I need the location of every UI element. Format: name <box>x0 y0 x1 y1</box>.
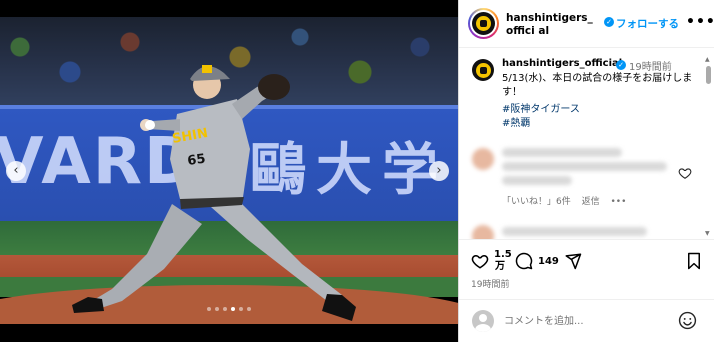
more-options-button[interactable]: ••• <box>686 14 714 30</box>
comment-like-heart-icon[interactable] <box>678 166 692 180</box>
carousel-dot <box>231 307 235 311</box>
blurred-comment-text <box>502 162 667 171</box>
hashtag-link[interactable]: #阪神タイガース <box>502 100 580 115</box>
current-user-avatar <box>472 310 494 332</box>
tigers-logo-icon <box>476 16 491 31</box>
caption-username[interactable]: hanshintigers_official <box>502 58 622 69</box>
caption-time[interactable]: 19時間前 <box>629 58 672 73</box>
comments-list: hanshintigers_official ✓ 19時間前 5/13(水)、本… <box>459 49 705 239</box>
blurred-comment-user <box>502 227 647 236</box>
carousel-dot <box>247 307 251 311</box>
carousel-dot <box>239 307 243 311</box>
comment-avatar[interactable] <box>472 148 494 170</box>
header-username[interactable]: hanshintigers_offici al <box>506 12 598 38</box>
like-count[interactable]: 1.5 万 <box>494 249 512 273</box>
verified-badge-icon: ✓ <box>616 60 626 70</box>
comment-avatar[interactable] <box>472 225 494 239</box>
comment-likes-link[interactable]: 「いいね！」6件 <box>502 197 571 207</box>
hashtag-link[interactable]: #熱覇 <box>502 114 530 129</box>
comment-composer <box>459 299 714 342</box>
follow-button[interactable]: フォローする <box>616 16 679 31</box>
blurred-comment-user <box>502 148 622 157</box>
carousel-dot <box>207 307 211 311</box>
like-heart-icon[interactable] <box>471 252 489 270</box>
caption-avatar[interactable] <box>472 59 494 81</box>
carousel-dot <box>215 307 219 311</box>
carousel-next-button[interactable]: › <box>429 161 449 181</box>
comment-count: 149 <box>538 256 559 267</box>
action-bar: 1.5 万 149 19時間前 <box>459 239 714 295</box>
reply-button[interactable]: 返信 <box>582 197 600 207</box>
post-timestamp[interactable]: 19時間前 <box>471 277 509 290</box>
avatar[interactable] <box>468 8 499 39</box>
post-header: hanshintigers_offici al ✓ フォローする ••• <box>459 0 714 48</box>
carousel-prev-button[interactable]: ‹ <box>6 161 26 181</box>
blurred-comment-text <box>502 176 572 185</box>
scroll-up-arrow-icon[interactable]: ▲ <box>705 56 710 63</box>
comments-scrollbar[interactable]: ▲ ▼ <box>705 56 713 238</box>
comment-bubble-icon[interactable] <box>515 252 533 270</box>
verified-badge-icon: ✓ <box>604 17 614 27</box>
emoji-icon[interactable] <box>678 311 697 330</box>
carousel-dot <box>223 307 227 311</box>
share-paper-plane-icon[interactable] <box>564 252 582 270</box>
pitcher-figure: SHIN 65 <box>72 65 356 321</box>
bookmark-icon[interactable] <box>685 252 703 270</box>
comment-more-button[interactable]: ••• <box>611 197 627 207</box>
scroll-down-arrow-icon[interactable]: ▼ <box>705 230 710 237</box>
comment-input[interactable] <box>504 312 664 330</box>
scrollbar-thumb[interactable] <box>706 66 711 84</box>
jersey-number: 65 <box>186 152 206 169</box>
post-side-panel: hanshintigers_offici al ✓ フォローする ••• han… <box>458 0 714 342</box>
instagram-post-modal: VARD 鷗大学 SHIN 65 ‹ › hanshintigers_offic… <box>0 0 714 342</box>
caption-text: 5/13(水)、本日の試合の様子をお届けします！ <box>502 73 693 98</box>
post-photo: VARD 鷗大学 SHIN 65 <box>0 17 458 324</box>
carousel-dots <box>0 307 458 311</box>
post-media: VARD 鷗大学 SHIN 65 ‹ › <box>0 0 458 342</box>
comment-meta: 「いいね！」6件 返信 ••• <box>502 194 634 207</box>
tigers-logo-icon <box>476 63 491 78</box>
